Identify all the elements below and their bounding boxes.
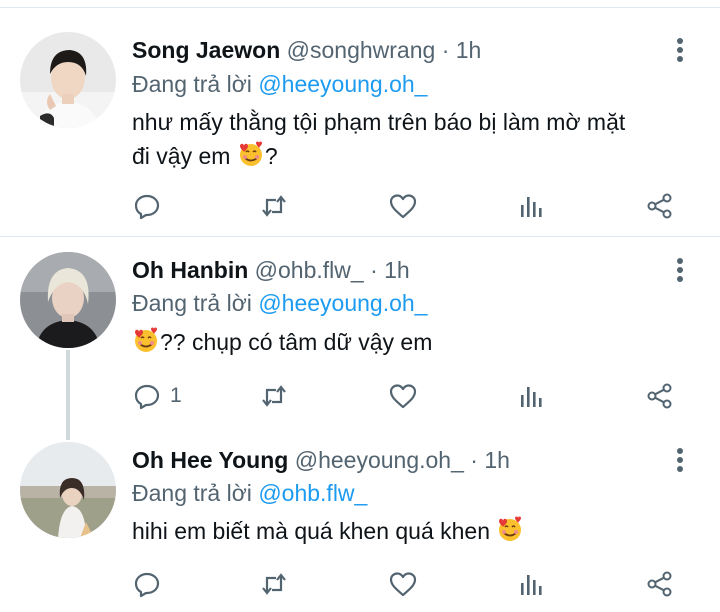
analytics-icon [521,575,542,595]
smiling-face-with-hearts-emoji [239,141,262,166]
reply-mention[interactable]: @heeyoung.oh_ [258,290,427,316]
more-icon[interactable] [672,447,688,475]
analytics-icon [521,197,542,217]
top-divider [0,7,720,8]
tweet-1-actions [0,190,720,222]
reply-icon [134,572,160,598]
separator: · [470,447,478,473]
share-button[interactable] [645,568,675,600]
reply-button[interactable] [132,568,162,600]
smiling-face-with-hearts-emoji [135,327,157,352]
replying-to: Đang trả lời @ohb.flw_ [132,479,367,507]
retweet-icon [262,385,286,407]
tweet-text-line-2: đi vậy em ? [132,139,702,173]
reply-mention[interactable]: @ohb.flw_ [258,480,367,506]
avatar-oh-hee-young[interactable] [20,442,116,538]
reply-icon [134,194,160,220]
retweet-icon [262,195,286,217]
reply-count: 1 [170,384,182,407]
share-icon [647,383,672,409]
retweet-icon [262,573,286,595]
timestamp[interactable]: 1h [384,257,410,283]
analytics-button[interactable] [516,568,546,600]
timestamp[interactable]: 1h [484,447,510,473]
share-button[interactable] [645,380,675,412]
handle[interactable]: @songhwrang [287,37,436,63]
like-icon [389,572,417,597]
replying-to: Đang trả lời @heeyoung.oh_ [132,289,427,317]
retweet-button[interactable] [259,190,289,222]
tweet-3-header: Oh Hee Young @heeyoung.oh_ · 1h [132,446,510,474]
more-icon[interactable] [672,37,688,65]
tweet-3-actions [0,568,720,600]
like-icon [389,384,417,409]
replying-to: Đang trả lời @heeyoung.oh_ [132,70,427,98]
avatar-oh-hanbin[interactable] [20,252,116,348]
timestamp[interactable]: 1h [456,37,482,63]
reply-prefix: Đang trả lời [132,480,252,506]
tweet-2-header: Oh Hanbin @ohb.flw_ · 1h [132,256,410,284]
separator: · [441,37,450,63]
tweet-text: như mấy thằng tội phạm trên báo bị làm m… [132,105,702,173]
tweet-1-header: Song Jaewon @songhwrang · 1h [132,36,481,64]
tweet-2-actions: 1 [0,380,720,412]
text-part: ?? chụp có tâm dữ vậy em [160,329,433,355]
text-part: đi vậy em [132,143,231,169]
share-icon [647,193,672,219]
tweet-text: hihi em biết mà quá khen quá khen [132,514,702,548]
analytics-icon [521,387,542,407]
display-name[interactable]: Oh Hee Young [132,447,288,473]
reply-mention[interactable]: @heeyoung.oh_ [258,71,427,97]
handle[interactable]: @ohb.flw_ [255,257,364,283]
tweet-text: ?? chụp có tâm dữ vậy em [132,325,702,359]
separator: · [370,257,378,283]
reply-icon [134,384,160,410]
tweet-divider [0,236,720,237]
tweet-text-line-1: hihi em biết mà quá khen quá khen [132,514,702,548]
tweet-text-line-1: như mấy thằng tội phạm trên báo bị làm m… [132,109,626,135]
text-suffix: ? [264,143,278,169]
handle[interactable]: @heeyoung.oh_ [295,447,464,473]
tweet-text-line-1: ?? chụp có tâm dữ vậy em [132,325,702,359]
retweet-button[interactable] [259,568,289,600]
like-icon [389,194,417,219]
like-button[interactable] [388,190,418,222]
share-button[interactable] [645,190,675,222]
display-name[interactable]: Song Jaewon [132,37,280,63]
share-icon [647,571,672,597]
smiling-face-with-hearts-emoji [499,516,522,541]
retweet-button[interactable] [259,380,289,412]
analytics-button[interactable] [516,380,546,412]
analytics-button[interactable] [516,190,546,222]
like-button[interactable] [388,380,418,412]
display-name[interactable]: Oh Hanbin [132,257,248,283]
reply-button[interactable] [132,190,162,222]
text-part: hihi em biết mà quá khen quá khen [132,518,491,544]
like-button[interactable] [388,568,418,600]
reply-button[interactable]: 1 [132,380,182,412]
more-icon[interactable] [672,257,688,285]
reply-prefix: Đang trả lời [132,71,252,97]
avatar-song-jaewon[interactable] [20,32,116,128]
reply-prefix: Đang trả lời [132,290,252,316]
